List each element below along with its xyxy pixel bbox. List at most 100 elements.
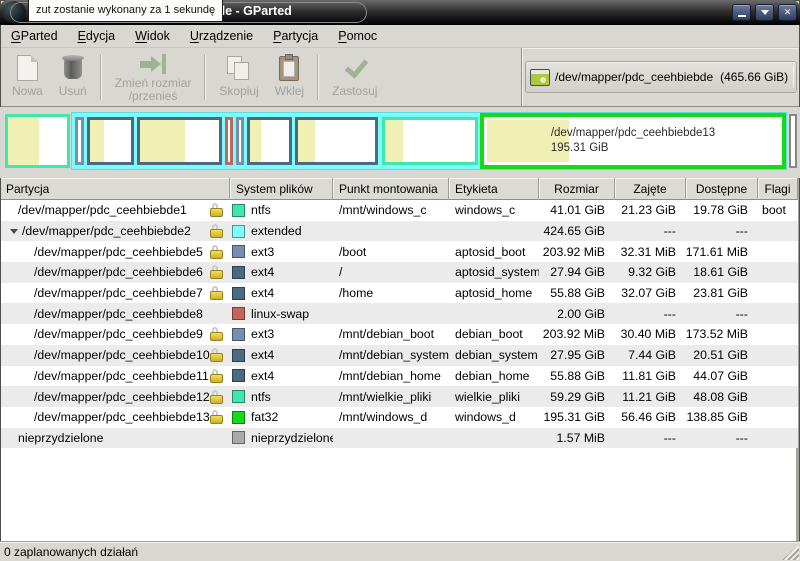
copy-label: Skopiuj: [219, 85, 258, 98]
table-row[interactable]: /dev/mapper/pdc_ceehbiebde5 ext3 /boot a…: [0, 241, 798, 262]
table-row[interactable]: /dev/mapper/pdc_ceehbiebde9 ext3 /mnt/de…: [0, 324, 798, 345]
table-header: Partycja System plików Punkt montowania …: [0, 178, 798, 200]
close-button[interactable]: ✕: [778, 4, 797, 21]
device-path: /dev/mapper/pdc_ceehbiebde: [555, 70, 713, 84]
table-row[interactable]: /dev/mapper/pdc_ceehbiebde1 ntfs /mnt/wi…: [0, 200, 798, 221]
mount-point: /mnt/debian_home: [333, 366, 449, 387]
size-value: 59.29 GiB: [539, 386, 615, 407]
flags-value: [758, 366, 798, 387]
partition-segment-pdc_ceehbiebde8[interactable]: [225, 117, 233, 165]
partition-segment-unallocated[interactable]: [789, 114, 797, 168]
screenshot-countdown-tooltip: zut zostanie wykonany za 1 sekundę: [28, 0, 223, 22]
free-value: 23.81 GiB: [686, 283, 758, 304]
delete-partition-label: Usuń: [59, 85, 87, 98]
minimize-button[interactable]: [732, 4, 751, 21]
menu-partycja[interactable]: Partycja: [266, 27, 325, 45]
column-header-dostepne[interactable]: Dostępne: [686, 178, 758, 200]
menu-gparted[interactable]: GParted: [4, 27, 65, 45]
menu-urzadzenie[interactable]: Urządzenie: [183, 27, 260, 45]
device-selector[interactable]: /dev/mapper/pdc_ceehbiebde (465.66 GiB): [525, 61, 797, 93]
partition-label: debian_system: [449, 345, 539, 366]
flags-value: boot: [758, 200, 798, 221]
table-empty-area: [0, 448, 798, 541]
column-header-rozmiar[interactable]: Rozmiar: [539, 178, 615, 200]
partition-segment-pdc_ceehbiebde12[interactable]: [382, 117, 478, 165]
mount-point: [333, 428, 449, 449]
resize-move-button[interactable]: Zmień rozmiar /przenieś: [107, 51, 200, 104]
column-header-system-plikow[interactable]: System plików: [230, 178, 333, 200]
size-value: 2.00 GiB: [539, 303, 615, 324]
partition-name: /dev/mapper/pdc_ceehbiebde13: [34, 410, 210, 424]
paste-button[interactable]: Wklej: [267, 51, 312, 104]
mount-point: /mnt/windows_d: [333, 407, 449, 428]
mount-point: /: [333, 262, 449, 283]
titlebar[interactable]: /dev/mapper/pdc_ceehbiebde - GParted zut…: [0, 0, 800, 25]
toolbar-separator: [100, 55, 102, 100]
used-value: 11.21 GiB: [615, 386, 686, 407]
filesystem-color-swatch: [232, 411, 245, 424]
filesystem-label: fat32: [251, 410, 278, 424]
table-row[interactable]: nieprzydzielone nieprzydzielone 1.57 MiB…: [0, 428, 798, 449]
filesystem-label: extended: [251, 224, 302, 238]
table-row[interactable]: /dev/mapper/pdc_ceehbiebde11 ext4 /mnt/d…: [0, 366, 798, 387]
filesystem-color-swatch: [232, 349, 245, 362]
mount-point: /home: [333, 283, 449, 304]
menu-widok[interactable]: Widok: [128, 27, 177, 45]
partition-segment-pdc_ceehbiebde10[interactable]: [247, 117, 292, 165]
free-value: 48.08 GiB: [686, 386, 758, 407]
shade-button[interactable]: [755, 4, 774, 21]
expander-icon[interactable]: [10, 229, 18, 234]
new-partition-button[interactable]: Nowa: [4, 51, 51, 104]
paste-label: Wklej: [275, 85, 304, 98]
menu-edycja[interactable]: Edycja: [71, 27, 123, 45]
partition-segment-pdc_ceehbiebde6[interactable]: [87, 117, 134, 165]
delete-partition-button[interactable]: Usuń: [51, 51, 95, 104]
size-value: 1.57 MiB: [539, 428, 615, 449]
menu-bar: GParted Edycja Widok Urządzenie Partycja Pomo…: [0, 25, 800, 48]
used-value: 7.44 GiB: [615, 345, 686, 366]
copy-button[interactable]: Skopiuj: [211, 51, 266, 104]
size-value: 55.88 GiB: [539, 366, 615, 387]
apply-button[interactable]: Zastosuj: [324, 51, 385, 104]
device-size: (465.66 GiB): [720, 70, 788, 84]
table-row[interactable]: /dev/mapper/pdc_ceehbiebde7 ext4 /home a…: [0, 283, 798, 304]
partition-label: [449, 221, 539, 242]
device-selector-frame: /dev/mapper/pdc_ceehbiebde (465.66 GiB): [521, 48, 800, 106]
table-row[interactable]: /dev/mapper/pdc_ceehbiebde2 extended 424…: [0, 221, 798, 242]
lock-icon: [210, 390, 223, 404]
partition-segment-pdc_ceehbiebde11[interactable]: [295, 117, 378, 165]
partition-segment-pdc_ceehbiebde13[interactable]: /dev/mapper/pdc_ceehbiebde13195.31 GiB: [480, 113, 786, 169]
column-header-etykieta[interactable]: Etykieta: [449, 178, 539, 200]
table-row[interactable]: /dev/mapper/pdc_ceehbiebde10 ext4 /mnt/d…: [0, 345, 798, 366]
mount-point: [333, 221, 449, 242]
partition-name: /dev/mapper/pdc_ceehbiebde2: [22, 224, 191, 238]
partition-segment-pdc_ceehbiebde7[interactable]: [137, 117, 222, 165]
free-value: 19.78 GiB: [686, 200, 758, 221]
size-value: 424.65 GiB: [539, 221, 615, 242]
partition-segment-pdc_ceehbiebde5[interactable]: [75, 117, 84, 165]
column-header-zajete[interactable]: Zajęte: [615, 178, 686, 200]
table-row[interactable]: /dev/mapper/pdc_ceehbiebde6 ext4 / aptos…: [0, 262, 798, 283]
table-row[interactable]: /dev/mapper/pdc_ceehbiebde13 fat32 /mnt/…: [0, 407, 798, 428]
used-value: ---: [615, 303, 686, 324]
partition-segment-pdc_ceehbiebde9[interactable]: [236, 117, 244, 165]
menu-pomoc[interactable]: Pomoc: [331, 27, 384, 45]
partition-label: debian_home: [449, 366, 539, 387]
free-value: 18.61 GiB: [686, 262, 758, 283]
column-header-flagi[interactable]: Flagi: [758, 178, 798, 200]
filesystem-label: ext4: [251, 265, 274, 279]
size-value: 195.31 GiB: [539, 407, 615, 428]
mount-point: /mnt/wielkie_pliki: [333, 386, 449, 407]
partition-label: aptosid_system: [449, 262, 539, 283]
used-value: 9.32 GiB: [615, 262, 686, 283]
column-header-partycja[interactable]: Partycja: [0, 178, 230, 200]
resize-grip[interactable]: [782, 545, 799, 560]
partition-label: [449, 428, 539, 449]
lock-icon: [210, 327, 223, 341]
partition-segment-pdc_ceehbiebde1[interactable]: [5, 114, 70, 168]
table-row[interactable]: /dev/mapper/pdc_ceehbiebde12 ntfs /mnt/w…: [0, 386, 798, 407]
column-header-punkt-montowania[interactable]: Punkt montowania: [333, 178, 449, 200]
partition-table: Partycja System plików Punkt montowania …: [0, 178, 800, 541]
table-row[interactable]: /dev/mapper/pdc_ceehbiebde8 linux-swap 2…: [0, 303, 798, 324]
used-value: 32.31 MiB: [615, 241, 686, 262]
